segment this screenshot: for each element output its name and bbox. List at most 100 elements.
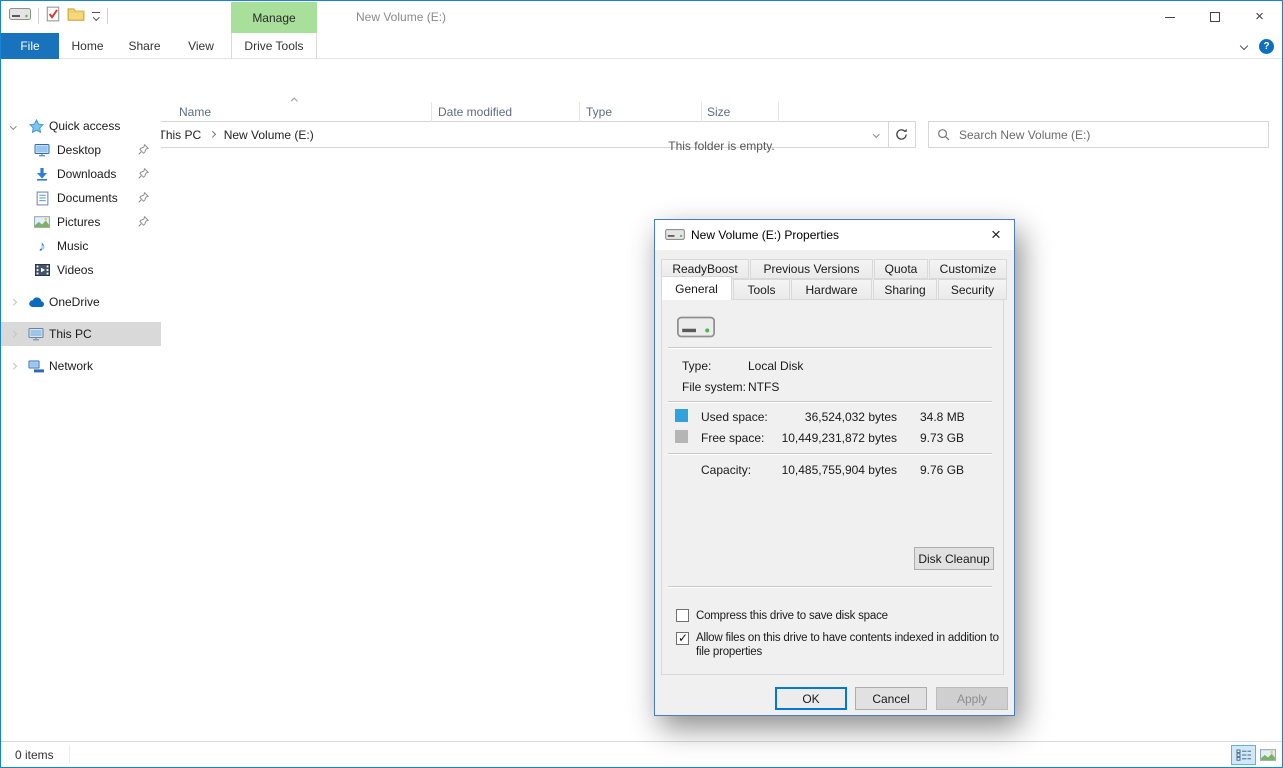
film-icon <box>33 264 51 276</box>
file-system-value: NTFS <box>748 380 779 394</box>
used-space-bytes: 36,524,032 bytes <box>745 410 897 424</box>
separator <box>668 586 992 588</box>
used-space-swatch <box>675 409 688 422</box>
status-bar: 0 items <box>1 741 1282 767</box>
file-explorer-window: Manage New Volume (E:) × File Home Share… <box>0 0 1283 768</box>
sidebar-item-label: This PC <box>49 327 92 341</box>
tab-quota[interactable]: Quota <box>874 259 928 279</box>
expand-icon[interactable] <box>10 363 16 369</box>
minimize-icon <box>1165 17 1175 18</box>
computer-icon <box>27 327 45 341</box>
maximize-icon <box>1210 12 1220 22</box>
properties-icon[interactable] <box>46 6 60 25</box>
tab-share[interactable]: Share <box>116 33 173 59</box>
index-contents-checkbox[interactable] <box>676 632 689 645</box>
sidebar-item-label: Downloads <box>57 167 116 181</box>
maximize-button[interactable] <box>1192 2 1237 32</box>
tab-drive-tools[interactable]: Drive Tools <box>231 33 317 59</box>
ok-button[interactable]: OK <box>775 687 847 710</box>
title-bar: Manage New Volume (E:) × <box>1 1 1282 33</box>
expand-icon[interactable] <box>10 331 16 337</box>
toolbar-separator <box>38 8 39 24</box>
help-icon[interactable]: ? <box>1259 39 1274 54</box>
new-folder-icon[interactable] <box>67 7 85 24</box>
separator <box>668 347 992 349</box>
drive-icon <box>677 316 715 341</box>
tab-sharing[interactable]: Sharing <box>873 279 937 300</box>
sort-ascending-icon <box>291 98 297 104</box>
separator <box>668 453 992 455</box>
sidebar-item-desktop[interactable]: Desktop <box>1 138 161 162</box>
breadcrumb-chevron-icon[interactable] <box>209 131 215 137</box>
expand-icon[interactable] <box>10 299 16 305</box>
customize-toolbar-dropdown-icon[interactable] <box>92 12 100 20</box>
tab-previous-versions[interactable]: Previous Versions <box>750 259 873 279</box>
column-divider[interactable] <box>778 102 779 122</box>
sidebar-item-onedrive[interactable]: OneDrive <box>1 290 161 314</box>
address-dropdown-icon[interactable] <box>864 132 888 137</box>
details-view-icon <box>1236 749 1252 761</box>
column-header-type[interactable]: Type <box>586 105 612 119</box>
file-system-label: File system: <box>682 380 746 394</box>
free-space-bytes: 10,449,231,872 bytes <box>745 431 897 445</box>
tab-general[interactable]: General <box>661 276 732 300</box>
window-controls: × <box>1147 2 1282 32</box>
pin-icon <box>138 192 149 206</box>
cloud-icon <box>27 297 45 308</box>
tab-hardware[interactable]: Hardware <box>791 279 872 300</box>
tab-tools[interactable]: Tools <box>733 279 790 300</box>
sidebar-item-documents[interactable]: Documents <box>1 186 161 210</box>
tab-customize[interactable]: Customize <box>929 259 1007 279</box>
music-note-icon: ♪ <box>33 238 51 255</box>
item-count: 0 items <box>15 748 54 762</box>
index-contents-checkbox-label[interactable]: Allow files on this drive to have conten… <box>696 631 1006 660</box>
tab-security[interactable]: Security <box>938 279 1007 300</box>
sidebar-item-this-pc[interactable]: This PC <box>1 322 161 346</box>
expand-ribbon-icon[interactable] <box>1240 42 1248 50</box>
dialog-close-button[interactable]: × <box>978 220 1014 249</box>
tab-home[interactable]: Home <box>59 33 116 59</box>
tab-view[interactable]: View <box>173 33 229 59</box>
tab-file[interactable]: File <box>1 33 59 59</box>
drive-icon <box>9 8 31 23</box>
free-space-swatch <box>675 430 688 443</box>
sidebar-item-label: Videos <box>57 263 93 277</box>
column-divider[interactable] <box>579 102 580 122</box>
column-header-date-modified[interactable]: Date modified <box>438 105 512 119</box>
column-header-size[interactable]: Size <box>707 105 730 119</box>
sidebar-item-music[interactable]: ♪ Music <box>1 234 161 258</box>
network-icon <box>27 360 45 373</box>
sidebar-item-label: Network <box>49 359 93 373</box>
address-bar-row: ← → ↑ This PC New Volume (E:) <box>1 59 1282 93</box>
sidebar-item-quick-access[interactable]: Quick access <box>1 114 161 138</box>
down-arrow-icon <box>33 167 51 181</box>
type-label: Type: <box>682 359 711 373</box>
collapse-icon[interactable] <box>10 123 16 129</box>
thumbnail-view-button[interactable] <box>1255 745 1280 765</box>
pin-icon <box>138 144 149 158</box>
column-divider[interactable] <box>431 102 432 122</box>
compress-checkbox[interactable] <box>676 609 689 622</box>
sidebar-item-network[interactable]: Network <box>1 354 161 378</box>
close-button[interactable]: × <box>1237 2 1282 32</box>
free-space-readable: 9.73 GB <box>920 431 964 445</box>
details-view-button[interactable] <box>1231 745 1256 765</box>
contextual-tab-manage[interactable]: Manage <box>231 2 317 33</box>
cancel-button[interactable]: Cancel <box>855 687 927 710</box>
minimize-button[interactable] <box>1147 2 1192 32</box>
sidebar-item-downloads[interactable]: Downloads <box>1 162 161 186</box>
sidebar-item-videos[interactable]: Videos <box>1 258 161 282</box>
close-icon: × <box>1255 12 1264 22</box>
compress-checkbox-label[interactable]: Compress this drive to save disk space <box>696 609 1006 623</box>
quick-access-toolbar <box>9 6 108 25</box>
column-header-name[interactable]: Name <box>179 105 211 119</box>
thumbnail-view-icon <box>1260 749 1276 761</box>
sidebar-item-label: Music <box>57 239 88 253</box>
properties-dialog: New Volume (E:) Properties × ReadyBoost … <box>654 219 1015 716</box>
column-divider[interactable] <box>701 102 702 122</box>
sidebar-item-pictures[interactable]: Pictures <box>1 210 161 234</box>
empty-folder-message: This folder is empty. <box>161 139 1282 153</box>
apply-button[interactable]: Apply <box>936 687 1008 710</box>
dialog-title-bar: New Volume (E:) Properties × <box>655 220 1014 250</box>
disk-cleanup-button[interactable]: Disk Cleanup <box>914 547 994 570</box>
